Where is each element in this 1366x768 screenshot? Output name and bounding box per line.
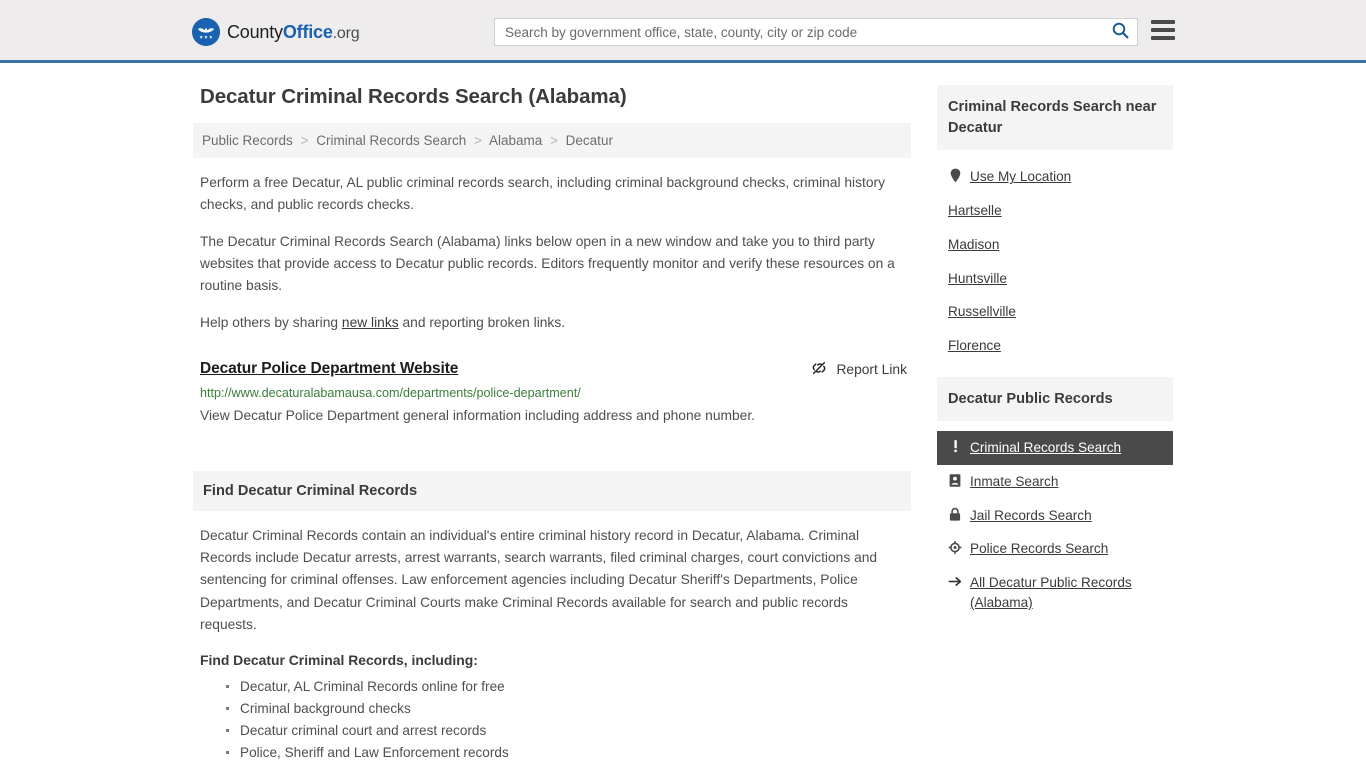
arrow-right-icon xyxy=(948,573,962,590)
brand-name-part2: Office xyxy=(282,21,333,42)
breadcrumb-item-alabama[interactable]: Alabama xyxy=(489,133,542,148)
secondary-paragraph: The Decatur Criminal Records Search (Ala… xyxy=(200,233,895,294)
sidebar-item-criminal-records-search[interactable]: Criminal Records Search xyxy=(937,431,1173,466)
intro-paragraph: Perform a free Decatur, AL public crimin… xyxy=(200,175,886,213)
hamburger-bar xyxy=(1151,20,1175,24)
search-bar[interactable] xyxy=(494,18,1138,46)
section-sub-heading: Find Decatur Criminal Records, including… xyxy=(200,652,478,669)
help-prefix: Help others by sharing xyxy=(200,314,342,330)
list-item: Decatur, AL Criminal Records online for … xyxy=(226,676,904,698)
list-item: Police, Sheriff and Law Enforcement reco… xyxy=(226,742,904,764)
main-column: Decatur Criminal Records Search (Alabama… xyxy=(193,85,911,768)
map-pin-icon xyxy=(948,167,962,184)
hamburger-menu-icon[interactable] xyxy=(1151,20,1175,40)
breadcrumb-item-criminal-records-search[interactable]: Criminal Records Search xyxy=(316,133,466,148)
sidebar: Criminal Records Search near Decatur Use… xyxy=(937,85,1173,768)
sidebar-item-hartselle[interactable]: Hartselle xyxy=(937,194,1173,228)
sidebar-item-russellville[interactable]: Russellville xyxy=(937,295,1173,329)
sidebar-item-florence[interactable]: Florence xyxy=(937,329,1173,363)
page-body: Decatur Criminal Records Search (Alabama… xyxy=(0,63,1366,768)
sidebar-item-label: Hartselle xyxy=(948,203,1002,219)
breadcrumb-item-public-records[interactable]: Public Records xyxy=(202,133,293,148)
padlock-icon xyxy=(948,506,962,523)
result-link-description: View Decatur Police Department general i… xyxy=(200,408,756,424)
sidebar-item-police-records-search[interactable]: Police Records Search xyxy=(937,532,1173,566)
hamburger-bar xyxy=(1151,28,1175,32)
help-paragraph: Help others by sharing new links and rep… xyxy=(200,312,900,334)
list-item: Decatur criminal court and arrest record… xyxy=(226,720,904,742)
new-links-link[interactable]: new links xyxy=(342,315,399,330)
report-link-button[interactable]: Report Link xyxy=(811,360,911,379)
result-link-url[interactable]: http://www.decaturalabamausa.com/departm… xyxy=(200,386,911,400)
site-header: CountyOffice.org xyxy=(0,0,1366,63)
sidebar-item-label: Huntsville xyxy=(948,270,1007,286)
find-records-section: Find Decatur Criminal Records Decatur Cr… xyxy=(193,470,911,768)
result-link-title[interactable]: Decatur Police Department Website xyxy=(200,360,458,378)
sidebar-item-inmate-search[interactable]: Inmate Search xyxy=(937,465,1173,499)
brand-text: CountyOffice.org xyxy=(227,21,360,43)
sidebar-item-label: Use My Location xyxy=(970,169,1072,185)
help-suffix: and reporting broken links. xyxy=(398,314,566,330)
public-records-heading: Decatur Public Records xyxy=(937,376,1173,422)
page-title: Decatur Criminal Records Search (Alabama… xyxy=(200,85,627,108)
nearby-searches-list: Use My Location Hartselle Madison Huntsv… xyxy=(937,150,1173,362)
id-badge-icon xyxy=(948,472,962,489)
breadcrumb-separator: > xyxy=(300,133,309,148)
content-container: Decatur Criminal Records Search (Alabama… xyxy=(193,63,1173,768)
sidebar-item-label: Jail Records Search xyxy=(970,507,1092,523)
site-logo[interactable]: CountyOffice.org xyxy=(192,18,360,46)
nearby-searches-heading: Criminal Records Search near Decatur xyxy=(937,85,1173,151)
section-body: Decatur Criminal Records contain an indi… xyxy=(193,511,911,768)
result-link-block: Decatur Police Department Website Report… xyxy=(200,360,911,427)
breadcrumb: Public Records > Criminal Records Search… xyxy=(193,123,911,158)
section-paragraph: Decatur Criminal Records contain an indi… xyxy=(200,527,878,633)
sidebar-item-label: Inmate Search xyxy=(970,474,1059,490)
breadcrumb-separator: > xyxy=(550,133,558,148)
search-button[interactable] xyxy=(1103,19,1137,45)
sidebar-item-all-public-records[interactable]: All Decatur Public Records (Alabama) xyxy=(937,566,1173,619)
report-link-label: Report Link xyxy=(836,362,907,378)
sidebar-item-label: Russellville xyxy=(948,304,1016,320)
sidebar-item-label: Madison xyxy=(948,236,1000,252)
sidebar-item-huntsville[interactable]: Huntsville xyxy=(937,262,1173,296)
breadcrumb-separator: > xyxy=(474,133,482,148)
brand-name-part1: County xyxy=(227,21,283,42)
list-item: Criminal background checks xyxy=(226,698,904,720)
sidebar-item-jail-records-search[interactable]: Jail Records Search xyxy=(937,499,1173,533)
search-icon xyxy=(1112,22,1129,42)
public-records-list: Criminal Records Search Inmate Search Ja… xyxy=(937,421,1173,619)
eagle-shield-icon xyxy=(192,18,220,46)
sidebar-item-label: Florence xyxy=(948,337,1001,353)
exclamation-icon xyxy=(948,438,962,455)
sidebar-item-label: Police Records Search xyxy=(970,541,1109,557)
section-heading: Find Decatur Criminal Records xyxy=(193,470,911,511)
section-bullet-list: Decatur, AL Criminal Records online for … xyxy=(200,676,904,768)
list-item: Criminal background checks xyxy=(240,764,904,768)
breadcrumb-item-decatur[interactable]: Decatur xyxy=(566,133,613,148)
sidebar-item-use-my-location[interactable]: Use My Location xyxy=(937,160,1173,194)
brand-tld: .org xyxy=(332,24,360,42)
public-records-card: Decatur Public Records Criminal Records … xyxy=(937,376,1173,620)
broken-link-icon xyxy=(811,360,827,379)
result-link-row: Decatur Police Department Website Report… xyxy=(200,360,911,379)
sidebar-item-madison[interactable]: Madison xyxy=(937,228,1173,262)
sidebar-item-label: Criminal Records Search xyxy=(970,440,1122,456)
hamburger-bar xyxy=(1151,36,1175,40)
nearby-searches-card: Criminal Records Search near Decatur Use… xyxy=(937,85,1173,363)
sidebar-item-label: All Decatur Public Records (Alabama) xyxy=(970,575,1132,610)
police-badge-icon xyxy=(948,539,962,556)
search-input[interactable] xyxy=(495,24,1103,40)
